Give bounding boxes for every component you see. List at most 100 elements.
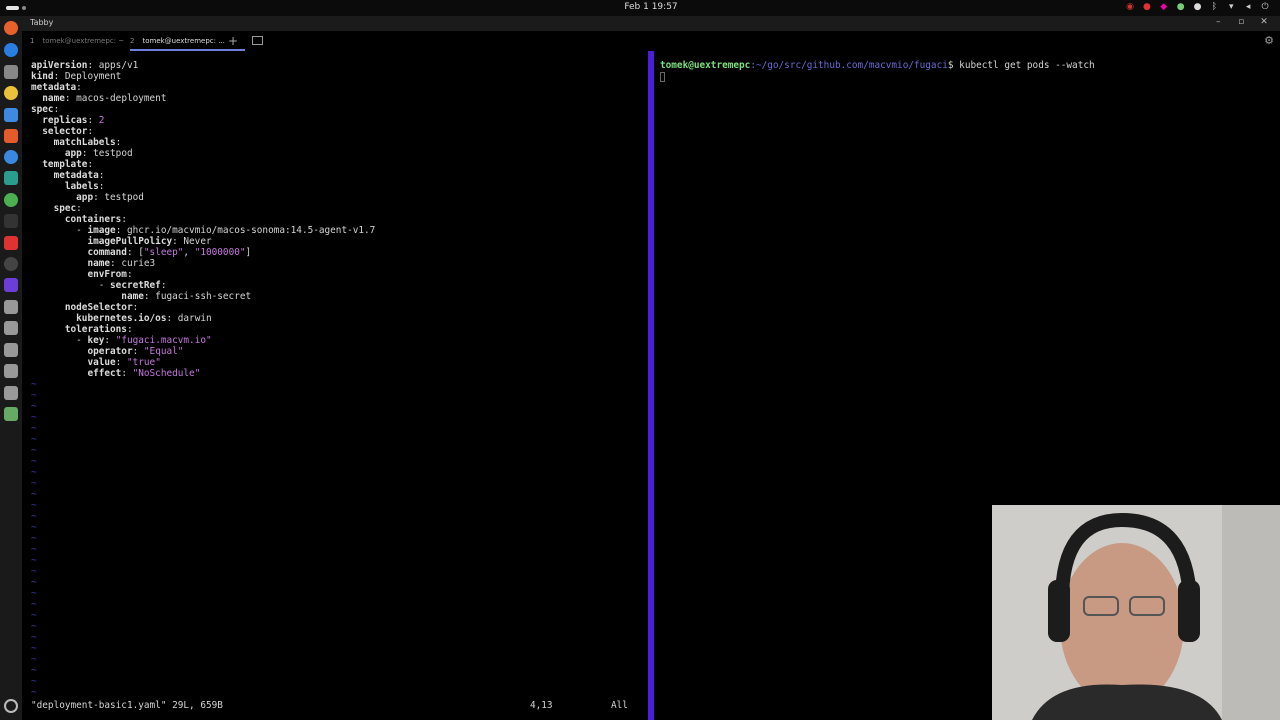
show-apps-icon[interactable] xyxy=(4,699,18,713)
yaml-text: , xyxy=(183,247,195,258)
file-4-icon[interactable] xyxy=(4,364,18,378)
app-tray-icon[interactable]: ◆ xyxy=(1157,2,1171,12)
empty-line-tilde: ~ xyxy=(31,467,37,478)
goland-icon[interactable] xyxy=(4,278,18,292)
yaml-key: containers xyxy=(31,214,122,225)
vim-scroll-indicator: All xyxy=(611,700,628,711)
editor-line: name: macos-deployment xyxy=(31,93,166,104)
yaml-text: : xyxy=(160,280,167,291)
empty-line-tilde: ~ xyxy=(31,434,37,445)
tab-label: tomek@uextremepc: ... xyxy=(142,37,225,45)
empty-line-tilde: ~ xyxy=(31,621,37,632)
new-tab-plus-icon[interactable]: + xyxy=(228,34,238,48)
firefox-icon[interactable] xyxy=(4,21,18,35)
yaml-text: : xyxy=(115,137,122,148)
yaml-key: effect xyxy=(31,368,122,379)
record-icon[interactable]: ◉ xyxy=(1123,2,1137,12)
console-icon[interactable] xyxy=(4,214,18,228)
empty-line-tilde: ~ xyxy=(31,687,37,698)
editor-line: matchLabels: xyxy=(31,137,122,148)
terminal-icon[interactable] xyxy=(4,171,18,185)
empty-line-tilde: ~ xyxy=(31,632,37,643)
tab-bar: 1 tomek@uextremepc: ~ 2 tomek@uextremepc: … xyxy=(22,31,1280,51)
editor-line: value: "true" xyxy=(31,357,161,368)
webcam-overlay xyxy=(992,505,1280,720)
yaml-string: "true" xyxy=(126,357,161,368)
empty-line-tilde: ~ xyxy=(31,610,37,621)
yaml-text: : xyxy=(98,181,105,192)
yaml-text: : xyxy=(121,368,133,379)
system-top-bar: Feb 1 19:57 ◉ ● ◆ ● ● ᛒ ▾ ◂ ⏻ xyxy=(0,0,1280,16)
browser-icon[interactable] xyxy=(4,43,18,57)
file-3-icon[interactable] xyxy=(4,343,18,357)
yaml-key: envFrom xyxy=(31,269,127,280)
file-5-icon[interactable] xyxy=(4,386,18,400)
window-title: Tabby xyxy=(30,18,54,27)
close-icon[interactable]: ✕ xyxy=(1254,17,1274,27)
yaml-key: kubernetes.io/os xyxy=(31,313,167,324)
editor-line: operator: "Equal" xyxy=(31,346,183,357)
bluetooth-icon[interactable]: ᛒ xyxy=(1207,2,1221,12)
app-red-icon[interactable] xyxy=(4,236,18,250)
vim-status-file: "deployment-basic1.yaml" 29L, 659B xyxy=(31,700,223,711)
yaml-key: kind xyxy=(31,71,54,82)
empty-line-tilde: ~ xyxy=(31,423,37,434)
editor-line: app: testpod xyxy=(31,192,144,203)
window-titlebar[interactable]: Tabby – ▫ ✕ xyxy=(22,16,1280,31)
yaml-key: selector xyxy=(31,126,88,137)
prompt-symbol: $ xyxy=(947,60,960,71)
yaml-key: value xyxy=(31,357,116,368)
system-clock[interactable]: Feb 1 19:57 xyxy=(0,2,1280,12)
status-dot-2-icon[interactable]: ● xyxy=(1191,2,1205,12)
yaml-key: name xyxy=(31,291,144,302)
tab-1[interactable]: 1 tomek@uextremepc: ~ xyxy=(30,31,125,51)
empty-line-tilde: ~ xyxy=(31,544,37,555)
yaml-text: : Deployment xyxy=(53,71,122,82)
yaml-key: image xyxy=(87,225,116,236)
yaml-text: : xyxy=(76,82,82,93)
empty-line-tilde: ~ xyxy=(31,533,37,544)
maximize-icon[interactable]: ▫ xyxy=(1231,17,1251,27)
vim-editor-pane[interactable]: apiVersion: apps/v1 kind: Deployment metad… xyxy=(22,51,648,720)
yaml-string: "sleep" xyxy=(143,247,184,258)
prompt-path: :~/go/src/github.com/macvmio/fugaci xyxy=(750,60,948,71)
empty-line-tilde: ~ xyxy=(31,401,37,412)
editor-line: spec: xyxy=(31,104,59,115)
empty-line-tilde: ~ xyxy=(31,456,37,467)
yaml-string: "fugaci.macvm.io" xyxy=(115,335,212,346)
chrome-icon[interactable] xyxy=(4,193,18,207)
split-layout-icon[interactable] xyxy=(252,36,263,45)
empty-line-tilde: ~ xyxy=(31,577,37,588)
editor-line: imagePullPolicy: Never xyxy=(31,236,212,247)
yaml-string: "NoSchedule" xyxy=(132,368,201,379)
minimize-icon[interactable]: – xyxy=(1208,17,1228,27)
stop-icon[interactable]: ● xyxy=(1140,2,1154,12)
yaml-text: : [ xyxy=(126,247,144,258)
status-dot-icon[interactable]: ● xyxy=(1174,2,1188,12)
empty-line-tilde: ~ xyxy=(31,665,37,676)
network-icon[interactable]: ▾ xyxy=(1224,2,1238,12)
yaml-text: : curie3 xyxy=(110,258,156,269)
obs-studio-icon[interactable] xyxy=(4,257,18,271)
yaml-text: : Never xyxy=(172,236,212,247)
system-tray: ◉ ● ◆ ● ● ᛒ ▾ ◂ ⏻ xyxy=(1123,2,1272,12)
file-2-icon[interactable] xyxy=(4,321,18,335)
yaml-text: : xyxy=(76,203,82,214)
editor-line: apiVersion: apps/v1 xyxy=(31,60,138,71)
help-icon[interactable] xyxy=(4,150,18,164)
power-icon[interactable]: ⏻ xyxy=(1258,2,1272,12)
file-icon[interactable] xyxy=(4,300,18,314)
trash-icon[interactable] xyxy=(4,407,18,421)
store-icon[interactable] xyxy=(4,129,18,143)
files-icon[interactable] xyxy=(4,65,18,79)
yaml-text: : xyxy=(98,170,105,181)
obs-icon[interactable] xyxy=(4,86,18,100)
yaml-key: operator xyxy=(31,346,133,357)
editor-line: spec: xyxy=(31,203,82,214)
volume-icon[interactable]: ◂ xyxy=(1241,2,1255,12)
yaml-key: tolerations xyxy=(31,324,127,335)
editor-line: labels: xyxy=(31,181,105,192)
docs-icon[interactable] xyxy=(4,108,18,122)
window-controls: – ▫ ✕ xyxy=(1208,17,1274,27)
gear-icon[interactable]: ⚙ xyxy=(1264,34,1274,47)
